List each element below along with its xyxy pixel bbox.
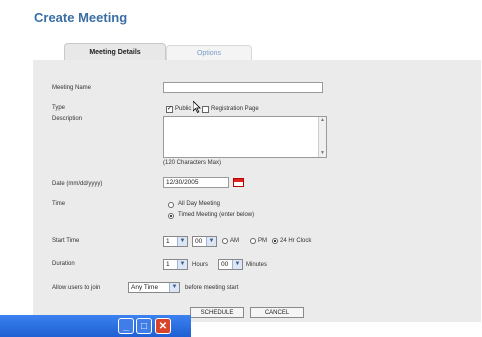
all-day-radio[interactable] xyxy=(168,202,174,208)
duration-minutes-value: 00 xyxy=(221,261,229,268)
clock24-radio[interactable] xyxy=(272,238,278,244)
duration-label: Duration xyxy=(52,261,75,267)
window-titlebar: _ □ ✕ xyxy=(0,315,191,337)
clock24-label: 24 Hr Clock xyxy=(280,238,312,244)
duration-hours-select[interactable]: 1 ▼ xyxy=(163,259,188,270)
allow-users-value: Any Time xyxy=(131,284,159,291)
cancel-button[interactable]: CANCEL xyxy=(250,307,304,318)
schedule-button[interactable]: SCHEDULE xyxy=(190,307,244,318)
scroll-up-icon[interactable]: ▲ xyxy=(319,117,326,124)
chevron-down-icon[interactable]: ▼ xyxy=(169,283,179,292)
start-minute-select[interactable]: 00 ▼ xyxy=(192,236,217,247)
am-radio[interactable] xyxy=(222,238,228,244)
chevron-down-icon[interactable]: ▼ xyxy=(232,260,242,269)
hours-label: Hours xyxy=(192,262,209,268)
start-hour-select[interactable]: 1 ▼ xyxy=(163,236,188,247)
meeting-name-label: Meeting Name xyxy=(52,85,92,91)
registration-page-checkbox[interactable] xyxy=(202,106,209,113)
public-checkbox[interactable]: ✓ xyxy=(166,106,173,113)
tab-meeting-details[interactable]: Meeting Details xyxy=(64,43,166,61)
close-icon[interactable]: ✕ xyxy=(155,318,171,334)
description-label: Description xyxy=(52,116,83,122)
description-textarea[interactable]: ▲ ▼ xyxy=(163,116,327,158)
description-scrollbar[interactable]: ▲ ▼ xyxy=(318,117,326,157)
allow-users-select[interactable]: Any Time ▼ xyxy=(128,282,180,293)
start-time-label: Start Time xyxy=(52,238,80,244)
start-minute-value: 00 xyxy=(195,238,203,245)
all-day-label: All Day Meeting xyxy=(178,201,221,207)
chevron-down-icon[interactable]: ▼ xyxy=(206,237,216,246)
start-hour-value: 1 xyxy=(166,238,170,245)
char-limit-note: (120 Characters Max) xyxy=(163,160,222,166)
duration-minutes-select[interactable]: 00 ▼ xyxy=(218,259,243,270)
maximize-icon[interactable]: □ xyxy=(136,318,152,334)
chevron-down-icon[interactable]: ▼ xyxy=(177,237,187,246)
timed-meeting-label: Timed Meeting (enter below) xyxy=(178,212,255,218)
chevron-down-icon[interactable]: ▼ xyxy=(177,260,187,269)
date-input[interactable]: 12/30/2005 xyxy=(163,177,229,188)
type-label: Type xyxy=(52,105,66,111)
pm-label: PM xyxy=(258,238,267,244)
minutes-label: Minutes xyxy=(246,262,268,268)
am-label: AM xyxy=(230,238,239,244)
meeting-form-panel xyxy=(33,60,481,322)
calendar-icon[interactable] xyxy=(233,178,244,187)
registration-page-label: Registration Page xyxy=(211,106,259,112)
allow-users-label: Allow users to join xyxy=(52,285,101,291)
page-title: Create Meeting xyxy=(34,10,128,25)
scroll-down-icon[interactable]: ▼ xyxy=(319,150,326,157)
meeting-name-input[interactable] xyxy=(163,82,323,93)
timed-meeting-radio[interactable] xyxy=(168,213,174,219)
date-label: Date (mm/dd/yyyy) xyxy=(52,181,103,187)
public-label: Public xyxy=(175,106,192,112)
tab-options[interactable]: Options xyxy=(166,45,252,61)
time-label: Time xyxy=(52,201,66,207)
before-start-label: before meeting start xyxy=(185,285,239,291)
duration-hours-value: 1 xyxy=(166,261,170,268)
pm-radio[interactable] xyxy=(250,238,256,244)
minimize-icon[interactable]: _ xyxy=(118,318,134,334)
